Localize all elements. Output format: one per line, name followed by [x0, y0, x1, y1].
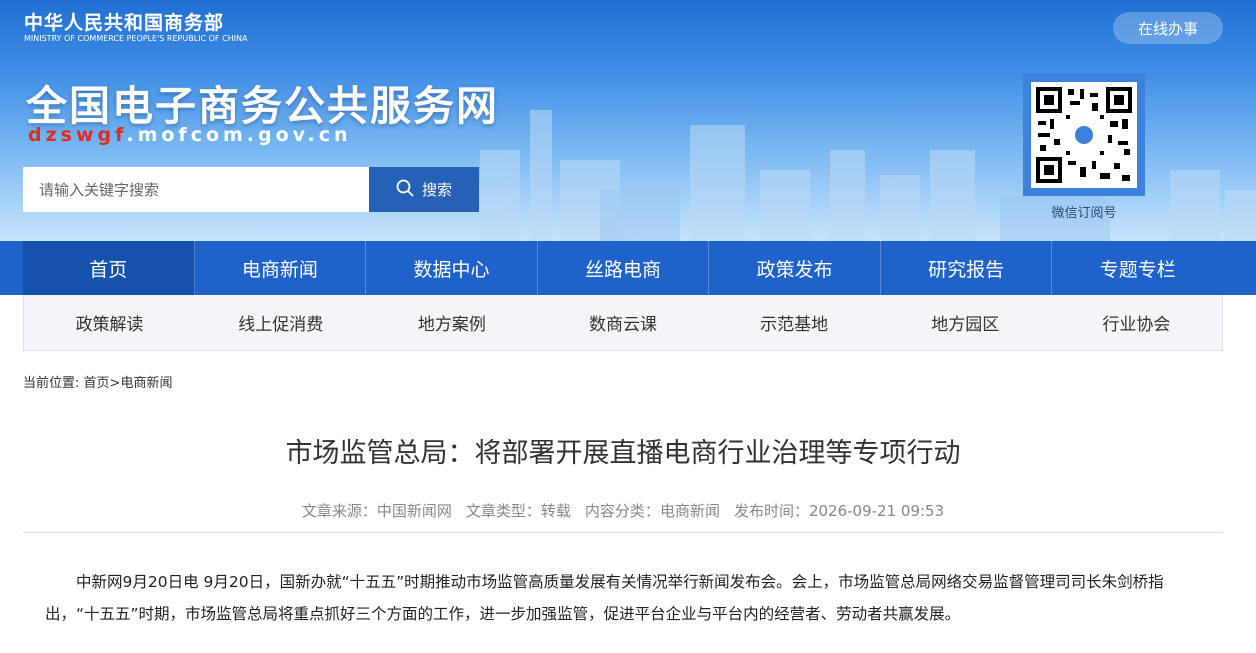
nav-item-policy-release[interactable]: 政策发布	[709, 241, 881, 295]
breadcrumb-prefix: 当前位置:	[23, 376, 84, 391]
nav-item-special-topics[interactable]: 专题专栏	[1052, 241, 1223, 295]
article-paragraph: 中新网9月20日电 9月20日，国新办就“十五五”时期推动市场监管高质量发展有关…	[45, 573, 1164, 623]
subnav-item-industry-associations[interactable]: 行业协会	[1051, 295, 1222, 350]
search-icon	[396, 179, 414, 201]
search-button[interactable]: 搜索	[369, 167, 479, 212]
breadcrumb-separator: >	[109, 376, 121, 391]
subnav-item-local-cases[interactable]: 地方案例	[366, 295, 537, 350]
wechat-qr-code	[1023, 74, 1145, 196]
meta-type-value: 转载	[540, 502, 571, 520]
ministry-name-cn: 中华人民共和国商务部	[24, 12, 225, 34]
subnav-item-cloud-courses[interactable]: 数商云课	[537, 295, 708, 350]
qr-code-icon	[1036, 87, 1132, 183]
breadcrumb-home-link[interactable]: 首页	[84, 376, 110, 391]
site-domain: dzswgf.mofcom.gov.cn	[28, 124, 352, 146]
qr-caption: 微信订阅号	[1051, 206, 1117, 221]
subnav-item-policy-interpretation[interactable]: 政策解读	[24, 295, 195, 350]
site-header: 中华人民共和国商务部 MINISTRY OF COMMERCE PEOPLE'S…	[0, 0, 1256, 241]
meta-divider	[23, 532, 1223, 533]
meta-category-label: 内容分类：	[584, 502, 660, 520]
search-button-label: 搜索	[421, 181, 452, 199]
subnav-item-demo-bases[interactable]: 示范基地	[709, 295, 880, 350]
subnav-item-local-parks[interactable]: 地方园区	[880, 295, 1051, 350]
ministry-name-en: MINISTRY OF COMMERCE PEOPLE'S REPUBLIC O…	[24, 34, 248, 43]
meta-time-label: 发布时间：	[733, 502, 809, 520]
domain-highlight: dzswgf	[28, 124, 127, 146]
meta-category-value: 电商新闻	[659, 502, 720, 520]
domain-rest: .mofcom.gov.cn	[126, 124, 352, 146]
nav-item-ecommerce-news[interactable]: 电商新闻	[195, 241, 367, 295]
meta-type-label: 文章类型：	[465, 502, 541, 520]
search-input[interactable]	[23, 167, 369, 212]
nav-item-silk-road-ecommerce[interactable]: 丝路电商	[538, 241, 710, 295]
nav-item-research-reports[interactable]: 研究报告	[881, 241, 1053, 295]
main-navigation: 首页 电商新闻 数据中心 丝路电商 政策发布 研究报告 专题专栏	[0, 241, 1256, 295]
article-title: 市场监管总局：将部署开展直播电商行业治理等专项行动	[285, 438, 961, 469]
breadcrumb: 当前位置: 首页>电商新闻	[23, 372, 172, 391]
subnav-item-online-consumption[interactable]: 线上促消费	[195, 295, 366, 350]
meta-source-value: 中国新闻网	[376, 502, 452, 520]
nav-item-home[interactable]: 首页	[23, 241, 195, 295]
meta-source-label: 文章来源：	[301, 502, 377, 520]
breadcrumb-current-link[interactable]: 电商新闻	[120, 376, 172, 391]
site-title: 全国电子商务公共服务网	[26, 82, 499, 130]
article-meta: 文章来源：中国新闻网 文章类型：转载 内容分类：电商新闻 发布时间：2026-09-2…	[23, 500, 1223, 521]
meta-time-value: 2026-09-21 09:53	[808, 502, 945, 520]
sub-navigation: 政策解读 线上促消费 地方案例 数商云课 示范基地 地方园区 行业协会	[23, 295, 1223, 351]
nav-item-data-center[interactable]: 数据中心	[366, 241, 538, 295]
online-service-button[interactable]: 在线办事	[1113, 12, 1223, 44]
